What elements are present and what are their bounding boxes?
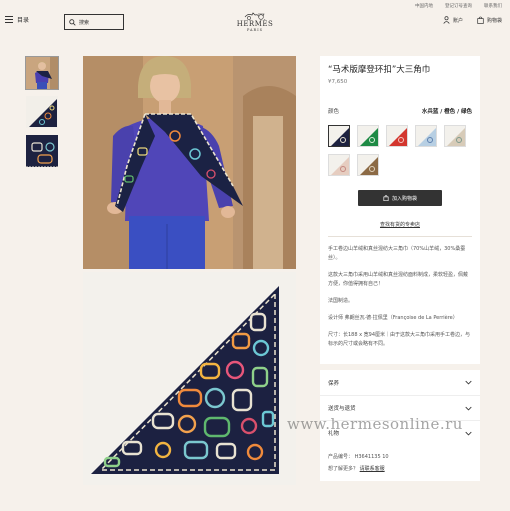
swatch-green[interactable] (357, 125, 379, 147)
cart-button[interactable]: 购物袋 (477, 16, 502, 24)
user-icon (443, 16, 450, 24)
add-to-cart-button[interactable]: 加入购物袋 (358, 190, 442, 206)
shopping-bag-icon (477, 16, 484, 24)
color-label: 颜色 (328, 109, 340, 115)
util-link-region[interactable]: 中国内地 (415, 3, 433, 9)
contact-service-link[interactable]: 请联系客服 (360, 466, 385, 472)
desc-origin: 法国制造。 (328, 298, 354, 304)
swatch-sky[interactable] (415, 125, 437, 147)
desc-dimensions: 尺寸：长188 x 宽94厘米｜由于这款大三角巾采用手工卷边，与标示的尺寸或会略… (328, 332, 471, 347)
account-nav: 账户 购物袋 (443, 16, 502, 24)
search-placeholder: 搜索 (79, 19, 90, 26)
swatch-brown[interactable] (357, 154, 379, 176)
account-label: 账户 (452, 17, 463, 24)
product-title: “马术版摩登环扣”大三角巾 (328, 65, 431, 75)
accordion-label: 送货与退货 (328, 406, 356, 412)
menu-button[interactable]: 目录 (5, 15, 29, 24)
brand-city: PARIS (247, 28, 263, 32)
account-button[interactable]: 账户 (443, 16, 463, 24)
thumbnail-strip (25, 56, 59, 168)
thumbnail-detail[interactable] (25, 134, 59, 168)
cart-label: 购物袋 (486, 17, 502, 24)
desc-material: 手工卷边山羊绒和真丝混纺大三角巾（70%山羊绒，30%桑蚕丝）。 (328, 246, 466, 261)
accordion: 保养 送货与退货 礼物 (320, 370, 480, 445)
color-selector-header: 颜色 水兵蓝 / 橙色 / 绿色 (328, 107, 472, 115)
search-icon (69, 18, 76, 26)
shopping-bag-icon (383, 195, 389, 201)
thumbnail-model[interactable] (25, 56, 59, 90)
sku-line: 产品编号： H3641135 10 (328, 451, 472, 463)
util-link-contact[interactable]: 联系我们 (484, 3, 502, 9)
swatch-red[interactable] (386, 125, 408, 147)
thumbnail-scarf[interactable] (25, 95, 59, 129)
color-swatches (328, 125, 472, 176)
product-meta: 产品编号： H3641135 10 想了解更多？ 请联系客服 (320, 445, 480, 481)
selected-color-name: 水兵蓝 / 橙色 / 绿色 (421, 109, 472, 115)
sku-value: H3641135 10 (354, 454, 389, 460)
find-store-link[interactable]: 查找有货的专卖店 (328, 221, 472, 228)
product-image-model[interactable] (83, 56, 296, 269)
utility-links: 中国内地 登记订号查询 联系我们 (415, 3, 502, 9)
brand-logo[interactable]: HERMÈS PARIS (233, 10, 277, 32)
hamburger-icon (5, 16, 13, 23)
carriage-logo-icon (244, 12, 265, 20)
accordion-care[interactable]: 保养 (320, 370, 480, 395)
add-to-cart-label: 加入购物袋 (391, 195, 417, 202)
desc-detail: 这款大三角巾采用山羊绒和真丝混纺面料制成，柔软轻盈，佩戴方便，你值得拥有自己！ (328, 272, 469, 287)
product-description: 手工卷边山羊绒和真丝混纺大三角巾（70%山羊绒，30%桑蚕丝）。 这款大三角巾采… (328, 245, 472, 349)
product-card: “马术版摩登环扣”大三角巾 ¥7,650 颜色 水兵蓝 / 橙色 / 绿色 加入… (320, 56, 480, 364)
contact-line: 想了解更多？ 请联系客服 (328, 463, 472, 475)
watermark-text: www.hermesonline.ru (287, 415, 463, 433)
chevron-down-icon (465, 380, 472, 385)
swatch-navy[interactable] (328, 125, 350, 147)
swatch-beige[interactable] (444, 125, 466, 147)
desc-designer: 设计师 弗朗丝瓦·德·拉佩里（Françoise de La Perrière） (328, 315, 458, 321)
product-price: ¥7,650 (328, 79, 348, 85)
util-link-order[interactable]: 登记订号查询 (445, 3, 472, 9)
sku-label: 产品编号： (328, 454, 354, 460)
chevron-down-icon (465, 431, 472, 436)
more-question: 想了解更多？ (328, 466, 359, 472)
accordion-label: 保养 (328, 380, 340, 387)
divider (328, 236, 472, 237)
menu-label: 目录 (17, 17, 30, 24)
brand-name: HERMÈS (236, 20, 274, 28)
swatch-blush[interactable] (328, 154, 350, 176)
product-image-flat[interactable] (83, 272, 296, 485)
search-input[interactable]: 搜索 (64, 14, 124, 30)
chevron-down-icon (465, 406, 472, 411)
